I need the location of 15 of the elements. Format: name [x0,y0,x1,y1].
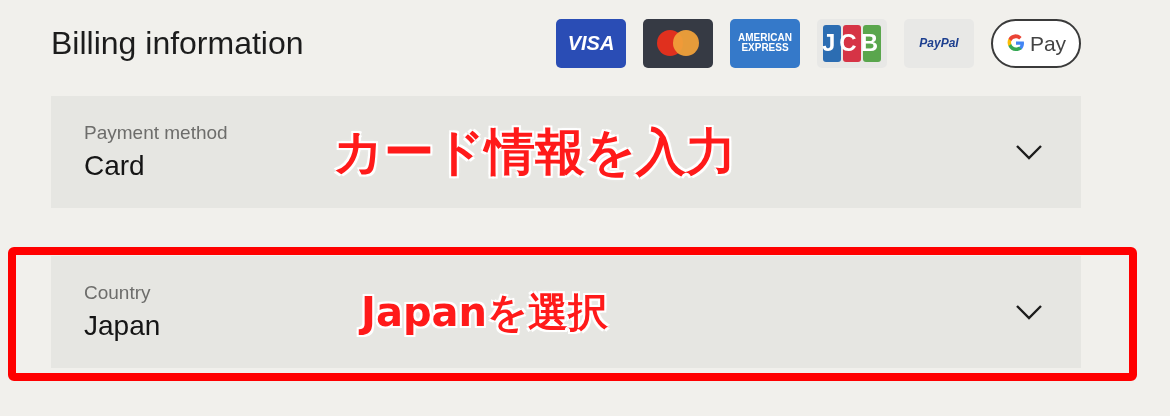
mastercard-logo [643,18,713,68]
chevron-down-icon [1015,144,1043,160]
amex-logo: AMERICAN EXPRESS [730,18,800,68]
chevron-down-icon [1015,304,1043,320]
field-label: Country [84,282,152,304]
g-icon [1005,33,1026,53]
field-label: Payment method [84,122,228,144]
gpay-logo: Pay [991,18,1081,68]
annotation-text: カード情報を入力 [333,121,736,183]
visa-logo: VISA [556,18,626,68]
section-title: Billing information [51,24,304,62]
field-value: Card [84,150,146,182]
jcb-logo: JCB [817,18,887,68]
paypal-logo: PayPal [904,18,974,68]
field-value: Japan [84,310,161,342]
